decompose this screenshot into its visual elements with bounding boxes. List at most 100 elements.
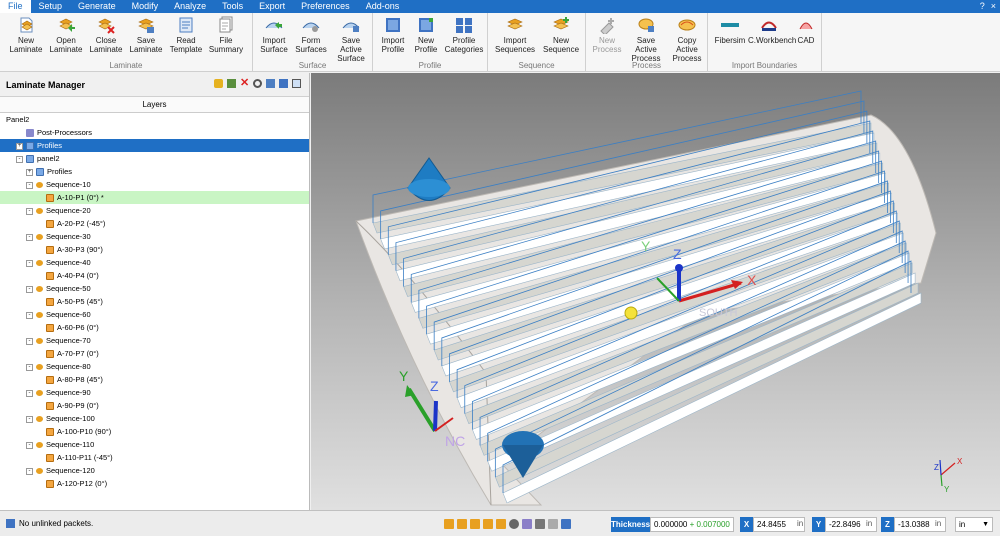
tree-row[interactable]: - Sequence-50 bbox=[0, 282, 309, 295]
layer-tool-icon-10[interactable] bbox=[561, 519, 571, 529]
layer-tool-icon-4[interactable] bbox=[483, 519, 493, 529]
search-icon[interactable] bbox=[253, 79, 262, 88]
save-active-process-button[interactable]: Save Active Process bbox=[626, 16, 666, 63]
tree-row[interactable]: A-80-P8 (45°) bbox=[0, 373, 309, 386]
expander-icon[interactable]: - bbox=[26, 415, 33, 423]
profile-icon bbox=[36, 168, 44, 177]
expander-icon[interactable]: - bbox=[26, 363, 33, 371]
tree-row[interactable]: A-30-P3 (90°) bbox=[0, 243, 309, 256]
menu-tools[interactable]: Tools bbox=[214, 0, 251, 13]
expander-icon[interactable]: - bbox=[26, 285, 33, 293]
tree-row[interactable]: - Sequence-10 bbox=[0, 178, 309, 191]
file-summary-button[interactable]: File Summary bbox=[208, 16, 244, 54]
tree-row[interactable]: A-10-P1 (0°) * bbox=[0, 191, 309, 204]
expander-icon[interactable]: - bbox=[26, 441, 33, 449]
cad-button[interactable]: CAD bbox=[792, 16, 820, 45]
save-active-surface-button[interactable]: Save Active Surface bbox=[331, 16, 371, 63]
expander-icon[interactable]: - bbox=[26, 233, 33, 241]
tree-row[interactable]: A-100-P10 (90°) bbox=[0, 425, 309, 438]
expander-icon[interactable]: + bbox=[26, 168, 33, 176]
tree-row[interactable]: - Sequence-40 bbox=[0, 256, 309, 269]
tree-row[interactable]: A-50-P5 (45°) bbox=[0, 295, 309, 308]
expander-icon[interactable]: - bbox=[16, 155, 23, 163]
layer-tool-icon-7[interactable] bbox=[522, 519, 532, 529]
menu-file[interactable]: File bbox=[0, 0, 31, 13]
tree-row[interactable]: Post-Processors bbox=[0, 126, 309, 139]
tree-row[interactable]: - panel2 bbox=[0, 152, 309, 165]
tree-row[interactable]: A-20-P2 (-45°) bbox=[0, 217, 309, 230]
read-template-button[interactable]: Read Template bbox=[168, 16, 204, 54]
expander-icon[interactable]: - bbox=[26, 389, 33, 397]
menu-preferences[interactable]: Preferences bbox=[293, 0, 358, 13]
menu-setup[interactable]: Setup bbox=[31, 0, 71, 13]
expander-icon[interactable]: - bbox=[26, 337, 33, 345]
tree-row[interactable]: - Sequence-120 bbox=[0, 464, 309, 477]
thickness-field[interactable]: 0.000000 + 0.007000 bbox=[650, 517, 734, 532]
tree-row[interactable]: - Sequence-70 bbox=[0, 334, 309, 347]
3d-viewport[interactable]: X Y Z SOUTH Y Z NC X Z Y bbox=[311, 73, 1000, 510]
delete-icon[interactable]: ✕ bbox=[240, 78, 249, 89]
tree-row[interactable]: - Sequence-80 bbox=[0, 360, 309, 373]
expander-icon[interactable]: - bbox=[26, 311, 33, 319]
cworkbench-button[interactable]: C.Workbench bbox=[748, 16, 796, 45]
layer-tool-icon-8[interactable] bbox=[535, 519, 545, 529]
menu-export[interactable]: Export bbox=[251, 0, 293, 13]
tree-row[interactable]: - Sequence-100 bbox=[0, 412, 309, 425]
layer-tool-icon-3[interactable] bbox=[470, 519, 480, 529]
window-icon[interactable] bbox=[292, 79, 301, 88]
grid-icon[interactable] bbox=[279, 79, 288, 88]
close-laminate-button[interactable]: Close Laminate bbox=[88, 16, 124, 54]
expander-icon[interactable]: - bbox=[26, 259, 33, 267]
form-surfaces-button[interactable]: Form Surfaces bbox=[293, 16, 329, 54]
menu-modify[interactable]: Modify bbox=[124, 0, 167, 13]
layer-tool-icon-9[interactable] bbox=[548, 519, 558, 529]
expander-icon[interactable]: - bbox=[26, 467, 33, 475]
new-profile-button[interactable]: New Profile bbox=[411, 16, 441, 54]
menu-generate[interactable]: Generate bbox=[70, 0, 124, 13]
add-icon[interactable] bbox=[227, 79, 236, 88]
tree-row[interactable]: - Sequence-90 bbox=[0, 386, 309, 399]
world-axis-label-z: Z bbox=[934, 463, 939, 472]
tree-row[interactable]: A-120-P12 (0°) bbox=[0, 477, 309, 490]
close-icon[interactable]: × bbox=[991, 0, 996, 13]
import-sequences-button[interactable]: Import Sequences bbox=[494, 16, 536, 54]
catia-logo-icon bbox=[761, 21, 777, 31]
tree-row[interactable]: A-90-P9 (0°) bbox=[0, 399, 309, 412]
tree-row[interactable]: A-70-P7 (0°) bbox=[0, 347, 309, 360]
tree-row[interactable]: A-60-P6 (0°) bbox=[0, 321, 309, 334]
save-laminate-button[interactable]: Save Laminate bbox=[128, 16, 164, 54]
profile-categories-button[interactable]: Profile Categories bbox=[443, 16, 485, 54]
tree-row[interactable]: - Sequence-60 bbox=[0, 308, 309, 321]
layer-tool-icon-6[interactable] bbox=[509, 519, 519, 529]
lock-icon[interactable] bbox=[214, 79, 223, 88]
tree-row[interactable]: A-40-P4 (0°) bbox=[0, 269, 309, 282]
new-sequence-button[interactable]: New Sequence bbox=[540, 16, 582, 54]
import-surface-button[interactable]: Import Surface bbox=[257, 16, 291, 54]
help-icon[interactable]: ? bbox=[980, 0, 985, 13]
tree-row[interactable]: Panel2 bbox=[0, 113, 309, 126]
import-profile-button[interactable]: Import Profile bbox=[377, 16, 409, 54]
tree-row-label: A-80-P8 (45°) bbox=[57, 375, 103, 384]
new-process-button[interactable]: New Process bbox=[590, 16, 624, 54]
tree-row[interactable]: - Sequence-110 bbox=[0, 438, 309, 451]
tree-row[interactable]: + Profiles bbox=[0, 139, 309, 152]
copy-active-process-button[interactable]: Copy Active Process bbox=[668, 16, 706, 63]
fibersim-button[interactable]: Fibersim bbox=[714, 16, 746, 45]
tree-row-label: Sequence-10 bbox=[46, 180, 91, 189]
expander-icon[interactable]: - bbox=[26, 207, 33, 215]
layer-tool-icon-5[interactable] bbox=[496, 519, 506, 529]
tree-row[interactable]: - Sequence-30 bbox=[0, 230, 309, 243]
columns-icon[interactable] bbox=[266, 79, 275, 88]
menu-analyze[interactable]: Analyze bbox=[166, 0, 214, 13]
tree-row[interactable]: - Sequence-20 bbox=[0, 204, 309, 217]
new-laminate-button[interactable]: New Laminate bbox=[8, 16, 44, 54]
layer-tool-icon-1[interactable] bbox=[444, 519, 454, 529]
expander-icon[interactable]: + bbox=[16, 142, 23, 150]
tree-row[interactable]: A-110-P11 (-45°) bbox=[0, 451, 309, 464]
layer-tool-icon-2[interactable] bbox=[457, 519, 467, 529]
open-laminate-button[interactable]: Open Laminate bbox=[48, 16, 84, 54]
menu-add-ons[interactable]: Add-ons bbox=[358, 0, 408, 13]
expander-icon[interactable]: - bbox=[26, 181, 33, 189]
tree-row[interactable]: + Profiles bbox=[0, 165, 309, 178]
units-select[interactable]: in ▼ bbox=[955, 517, 993, 532]
